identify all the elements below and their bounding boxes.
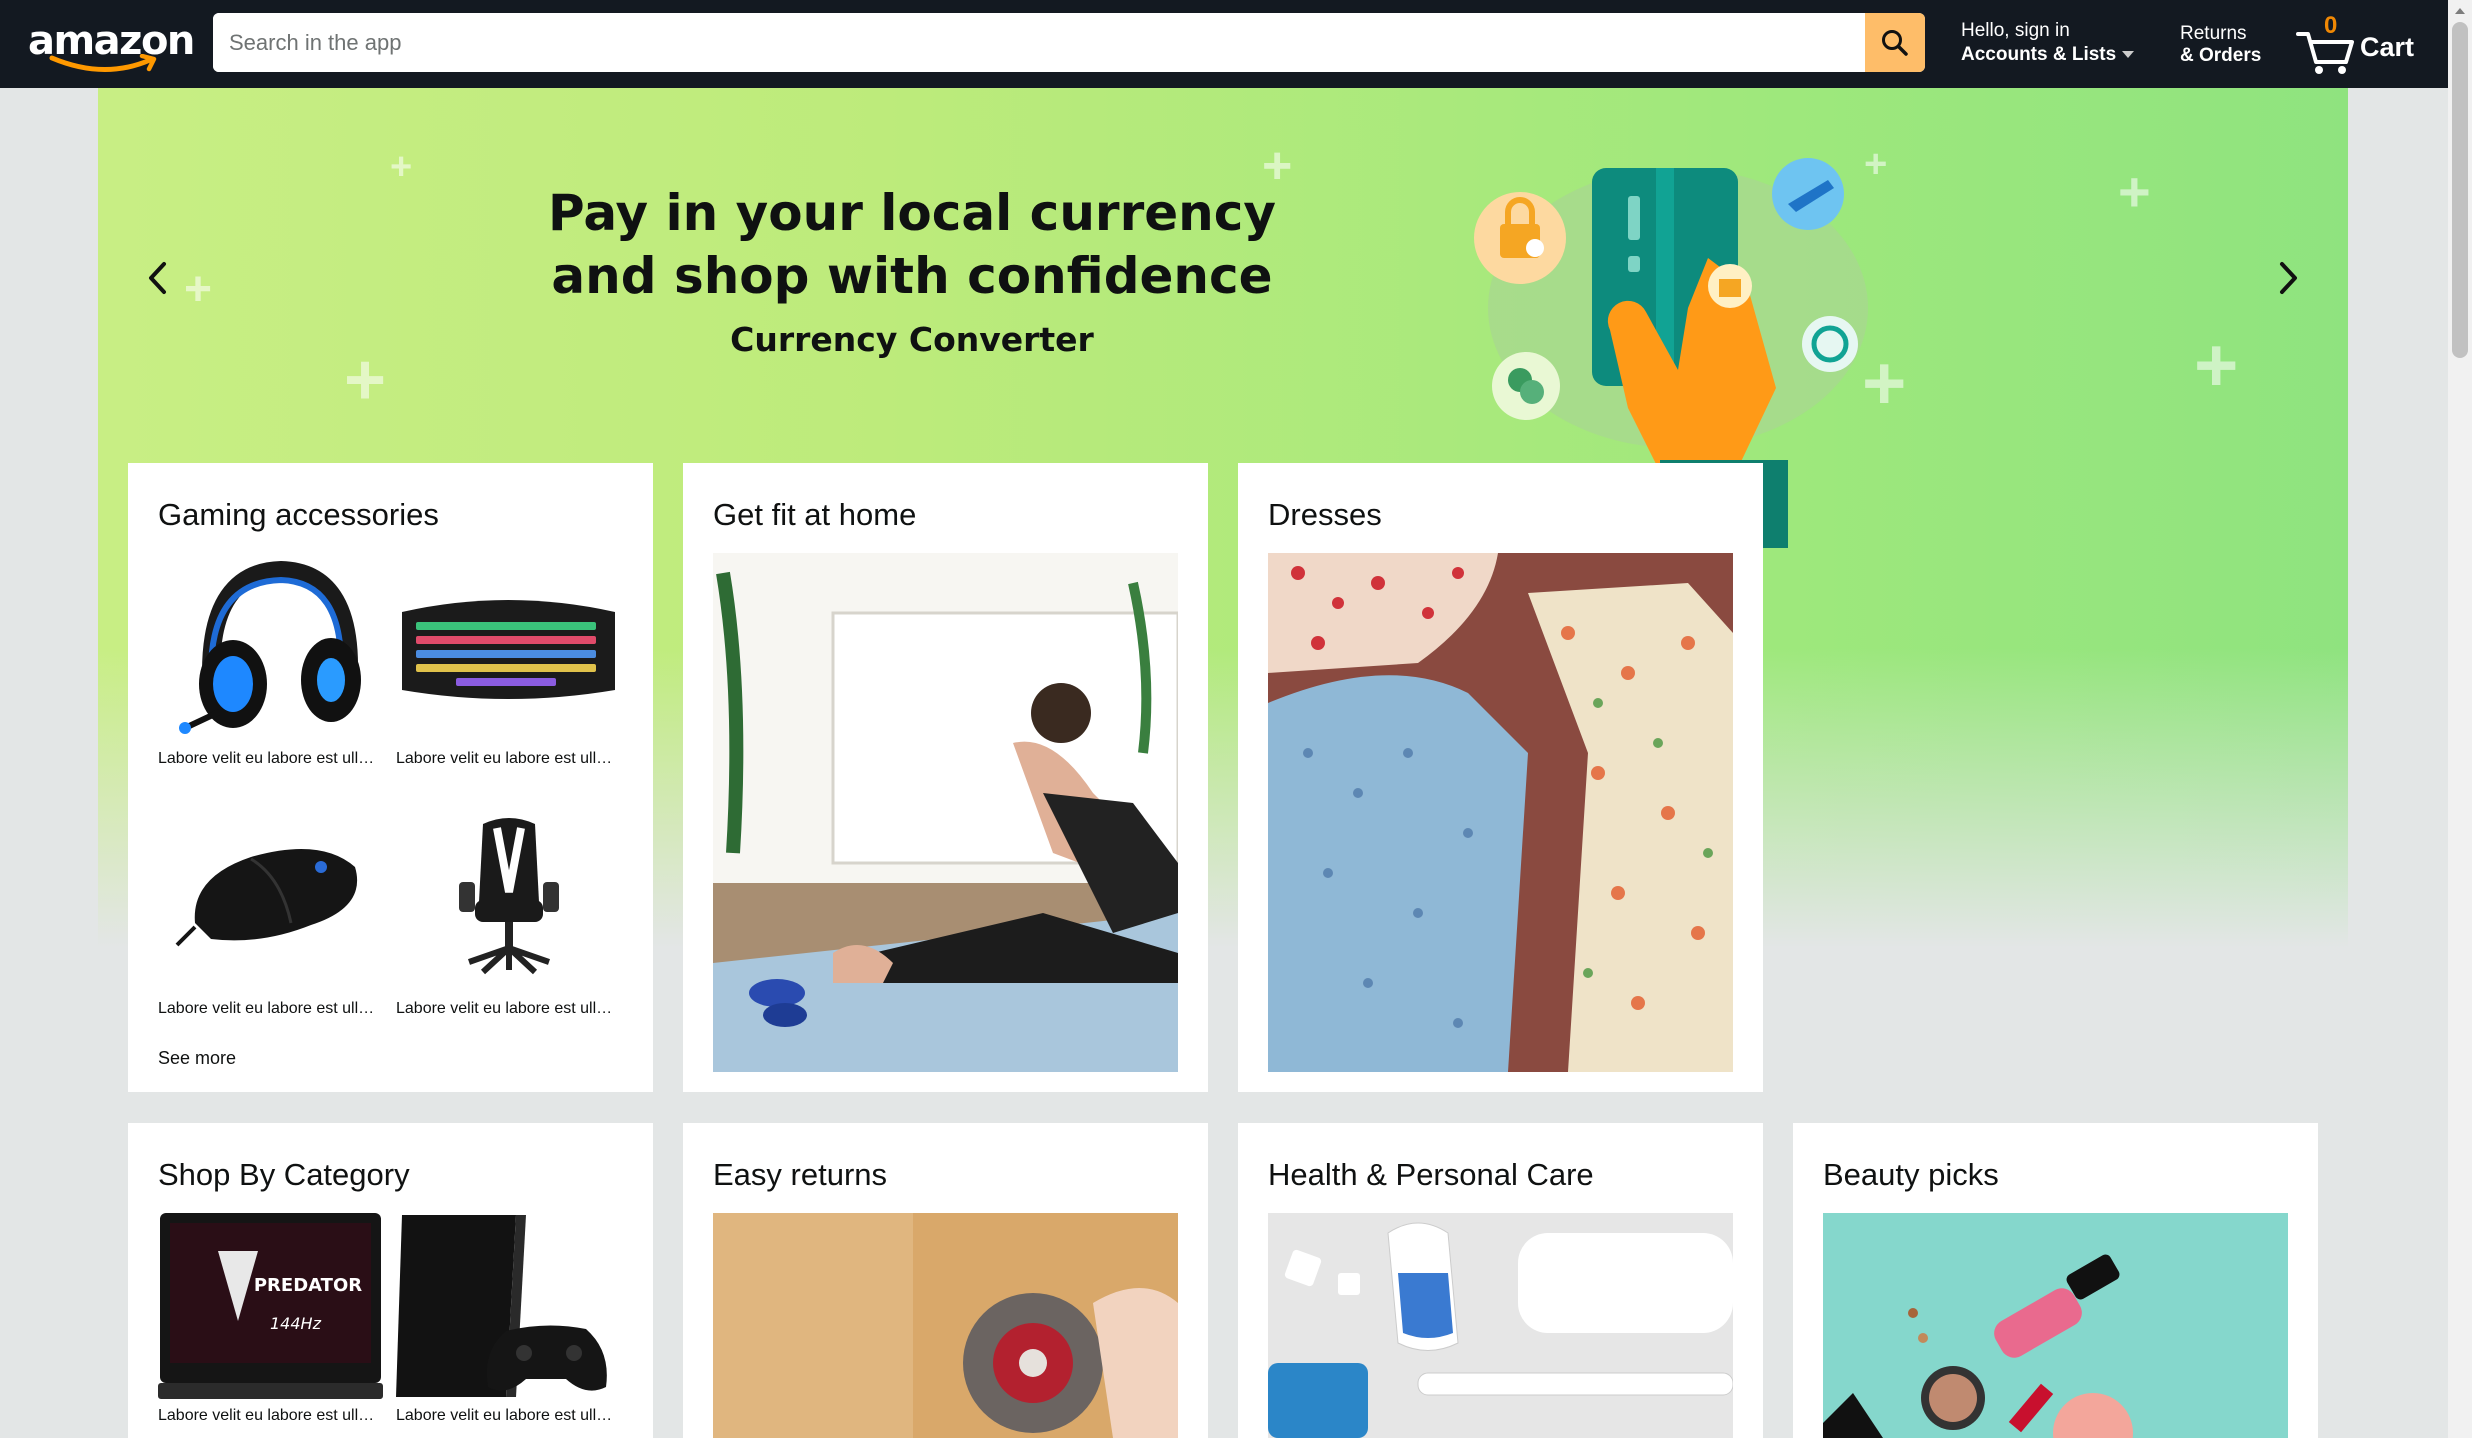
product-caption: Labore velit eu labore est ullamco bbox=[396, 1407, 621, 1424]
card-dresses[interactable]: Dresses bbox=[1238, 463, 1763, 1092]
beauty-photo bbox=[1823, 1213, 2288, 1438]
search-bar bbox=[213, 13, 1925, 72]
account-lists-label: Accounts & Lists bbox=[1961, 44, 2117, 65]
scrollbar-thumb[interactable] bbox=[2452, 22, 2468, 358]
product-caption: Labore velit eu labore est ullamco bbox=[158, 1407, 383, 1424]
fitness-photo bbox=[713, 553, 1178, 1072]
mouse-icon bbox=[175, 848, 357, 946]
carousel-next-button[interactable] bbox=[2258, 238, 2318, 318]
product-tile-headset[interactable]: Labore velit eu labore est ullamco bbox=[158, 549, 383, 768]
carousel-prev-button[interactable] bbox=[128, 238, 188, 318]
amazon-logo[interactable]: amazon bbox=[28, 14, 195, 74]
product-caption: Labore velit eu labore est ullamco bbox=[396, 750, 621, 767]
chevron-left-icon bbox=[149, 262, 166, 294]
card-health-personal-care[interactable]: Health & Personal Care bbox=[1238, 1123, 1763, 1438]
headset-icon bbox=[178, 560, 361, 734]
chevron-right-icon bbox=[2280, 262, 2297, 294]
headset-image bbox=[158, 549, 383, 744]
card-get-fit-at-home[interactable]: Get fit at home bbox=[683, 463, 1208, 1092]
product-tile-chair[interactable]: Labore velit eu labore est ullamco bbox=[396, 799, 621, 1018]
top-nav-bar: amazon Hello, sign in Accounts & Lists R… bbox=[0, 0, 2448, 88]
card-title: Get fit at home bbox=[713, 497, 917, 532]
product-tile-laptop[interactable]: PREDATOR 144Hz Labore velit eu labore es… bbox=[158, 1211, 383, 1425]
keyboard-image bbox=[396, 549, 621, 744]
laptop-image: PREDATOR 144Hz bbox=[158, 1211, 383, 1401]
search-icon bbox=[1882, 29, 1908, 56]
health-photo bbox=[1268, 1213, 1733, 1438]
cart-label: Cart bbox=[2360, 32, 2415, 62]
returns-photo bbox=[713, 1213, 1178, 1438]
woman-stretching-image bbox=[713, 553, 1178, 1072]
laptop-icon: PREDATOR 144Hz bbox=[158, 1213, 383, 1399]
account-lists-menu[interactable]: Hello, sign in Accounts & Lists bbox=[1961, 20, 2135, 68]
hero-subtitle: Currency Converter bbox=[730, 320, 1094, 359]
dresses-image bbox=[1268, 553, 1733, 1072]
gaming-chair-icon bbox=[458, 817, 559, 974]
returns-orders-link[interactable]: Returns & Orders bbox=[2180, 23, 2261, 67]
card-title: Health & Personal Care bbox=[1268, 1157, 1594, 1192]
product-caption: Labore velit eu labore est ullamco bbox=[158, 1000, 383, 1017]
search-input[interactable] bbox=[213, 13, 1865, 72]
card-beauty-picks[interactable]: Beauty picks bbox=[1793, 1123, 2318, 1438]
greeting-text: Hello, sign in bbox=[1961, 20, 2070, 41]
card-title: Easy returns bbox=[713, 1157, 888, 1192]
laptop-brand-text: PREDATOR bbox=[254, 1275, 362, 1296]
console-image bbox=[396, 1211, 621, 1401]
product-tile-keyboard[interactable]: Labore velit eu labore est ullamco bbox=[396, 549, 621, 768]
logo-smile-icon bbox=[49, 54, 157, 73]
card-shop-by-category[interactable]: Shop By Category PREDATOR 144Hz Labore v… bbox=[128, 1123, 653, 1438]
returns-label: Returns bbox=[2180, 23, 2247, 44]
see-more-link[interactable]: See more bbox=[158, 1048, 236, 1069]
card-easy-returns[interactable]: Easy returns bbox=[683, 1123, 1208, 1438]
scroll-up-arrow-icon[interactable] bbox=[2455, 8, 2465, 14]
plus-decoration: + bbox=[390, 146, 413, 188]
product-tile-mouse[interactable]: Labore velit eu labore est ullamco bbox=[158, 799, 383, 1018]
page-scrollbar[interactable] bbox=[2448, 0, 2472, 1438]
account-lists-row: Accounts & Lists bbox=[1961, 42, 2135, 68]
search-button[interactable] bbox=[1865, 13, 1925, 72]
personal-care-image bbox=[1268, 1213, 1733, 1438]
card-title: Gaming accessories bbox=[158, 497, 439, 532]
plus-decoration: + bbox=[344, 340, 387, 420]
product-caption: Labore velit eu labore est ullamco bbox=[158, 750, 383, 767]
card-title: Beauty picks bbox=[1823, 1157, 1999, 1192]
plus-decoration: + bbox=[2118, 160, 2151, 223]
hero-title-line: and shop with confidence bbox=[551, 247, 1273, 305]
cosmetics-image bbox=[1823, 1213, 2288, 1438]
product-caption: Labore velit eu labore est ullamco bbox=[396, 1000, 621, 1017]
game-console-icon bbox=[396, 1215, 607, 1397]
mouse-image bbox=[158, 799, 383, 994]
plus-decoration: + bbox=[2194, 323, 2239, 408]
product-tile-game-console[interactable]: Labore velit eu labore est ullamco bbox=[396, 1211, 621, 1425]
hero-title-line: Pay in your local currency bbox=[548, 184, 1276, 242]
plus-decoration: + bbox=[184, 263, 213, 316]
hero-title: Pay in your local currency and shop with… bbox=[532, 182, 1292, 308]
dresses-photo bbox=[1268, 553, 1733, 1072]
orders-label: & Orders bbox=[2180, 45, 2262, 66]
card-gaming-accessories[interactable]: Gaming accessories Labore velit eu labor… bbox=[128, 463, 653, 1092]
cart-icon bbox=[2296, 32, 2354, 74]
card-title: Shop By Category bbox=[158, 1157, 410, 1192]
card-title: Dresses bbox=[1268, 497, 1382, 532]
chair-image bbox=[396, 799, 621, 994]
keyboard-icon bbox=[402, 599, 615, 699]
cart-button[interactable]: 0 Cart bbox=[2296, 12, 2416, 76]
laptop-refresh-text: 144Hz bbox=[270, 1314, 322, 1333]
caret-down-icon bbox=[2122, 51, 2135, 59]
packing-tape-image bbox=[713, 1213, 1178, 1438]
